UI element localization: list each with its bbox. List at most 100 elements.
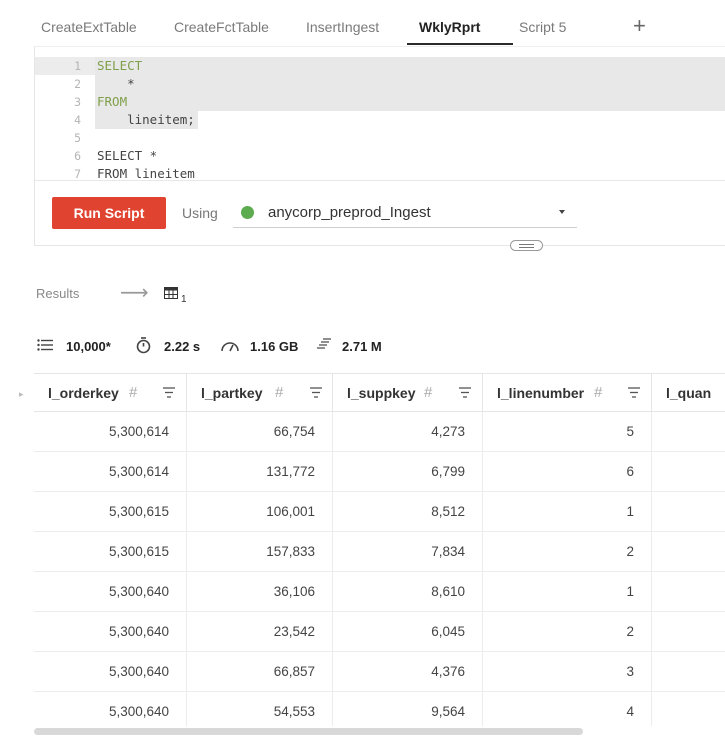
row-count: 10,000* bbox=[66, 339, 111, 354]
table-row[interactable]: 5,300,614 66,754 4,273 5 bbox=[34, 412, 725, 452]
using-label: Using bbox=[182, 205, 218, 221]
table-cell[interactable] bbox=[652, 572, 725, 612]
table-row[interactable]: 5,300,615 157,833 7,834 2 bbox=[34, 532, 725, 572]
table-cell[interactable]: 9,564 bbox=[333, 692, 483, 726]
arrow-right-icon: ⟶ bbox=[120, 282, 149, 304]
table-cell[interactable]: 1 bbox=[483, 492, 652, 532]
tab-createexttable[interactable]: CreateExtTable bbox=[41, 19, 137, 35]
numeric-type-icon: # bbox=[129, 384, 138, 401]
table-cell[interactable]: 66,857 bbox=[187, 652, 333, 692]
connection-name: anycorp_preprod_Ingest bbox=[268, 204, 431, 221]
results-table: l_orderkey # l_partkey # l_suppkey # l_l… bbox=[34, 373, 725, 726]
table-cell[interactable]: 36,106 bbox=[187, 572, 333, 612]
code-line: 2 * bbox=[35, 75, 725, 93]
table-cell[interactable]: 6,045 bbox=[333, 612, 483, 652]
duration: 2.22 s bbox=[164, 339, 201, 354]
caret-down-icon bbox=[559, 210, 565, 214]
table-cell[interactable]: 1 bbox=[483, 572, 652, 612]
table-icon[interactable] bbox=[164, 287, 178, 299]
script-tabs: CreateExtTable CreateFctTable InsertInge… bbox=[0, 0, 725, 46]
table-cell[interactable]: 5,300,615 bbox=[34, 532, 187, 572]
connection-status-icon bbox=[241, 206, 254, 219]
table-cell[interactable]: 6,799 bbox=[333, 452, 483, 492]
line-number: 4 bbox=[74, 113, 81, 127]
numeric-type-icon: # bbox=[424, 384, 433, 401]
expand-caret-icon[interactable]: ▸ bbox=[19, 389, 24, 400]
line-number: 1 bbox=[74, 59, 81, 73]
table-cell[interactable]: 7,834 bbox=[333, 532, 483, 572]
plus-icon[interactable]: + bbox=[633, 15, 646, 37]
table-cell[interactable]: 131,772 bbox=[187, 452, 333, 492]
table-cell[interactable]: 54,553 bbox=[187, 692, 333, 726]
run-script-button[interactable]: Run Script bbox=[52, 197, 166, 229]
code-editor[interactable]: 1 SELECT 2 * 3 FROM 4 lineitem; 5 6 SELE… bbox=[35, 57, 725, 180]
code-text: FROM bbox=[97, 94, 128, 109]
table-cell[interactable]: 2 bbox=[483, 532, 652, 572]
line-number: 5 bbox=[74, 131, 81, 145]
tab-createfcttable[interactable]: CreateFctTable bbox=[174, 19, 269, 35]
results-label[interactable]: Results bbox=[36, 286, 79, 301]
table-cell[interactable]: 5,300,614 bbox=[34, 412, 187, 452]
table-cell[interactable]: 4 bbox=[483, 692, 652, 726]
table-cell[interactable]: 23,542 bbox=[187, 612, 333, 652]
table-row[interactable]: 5,300,614 131,772 6,799 6 bbox=[34, 452, 725, 492]
rows-scanned: 2.71 M bbox=[342, 339, 382, 354]
numeric-type-icon: # bbox=[594, 384, 603, 401]
connection-select[interactable]: anycorp_preprod_Ingest bbox=[233, 197, 577, 228]
code-line: 1 SELECT bbox=[35, 57, 725, 75]
code-line: 5 bbox=[35, 129, 725, 147]
column-header[interactable]: l_linenumber # bbox=[483, 374, 652, 413]
code-line: 7 FROM lineitem bbox=[35, 165, 725, 180]
table-cell[interactable]: 5,300,640 bbox=[34, 612, 187, 652]
table-cell[interactable]: 4,376 bbox=[333, 652, 483, 692]
tab-insertingest[interactable]: InsertIngest bbox=[306, 19, 379, 35]
column-header[interactable]: l_orderkey # bbox=[34, 374, 187, 413]
column-header[interactable]: l_partkey # bbox=[187, 374, 333, 413]
code-text: SELECT * bbox=[97, 148, 158, 163]
table-row[interactable]: 5,300,615 106,001 8,512 1 bbox=[34, 492, 725, 532]
column-header[interactable]: l_quan bbox=[652, 374, 725, 413]
filter-icon[interactable] bbox=[163, 387, 175, 398]
resize-handle[interactable] bbox=[510, 240, 543, 251]
table-cell[interactable]: 5,300,615 bbox=[34, 492, 187, 532]
table-cell[interactable]: 5 bbox=[483, 412, 652, 452]
table-cell[interactable] bbox=[652, 532, 725, 572]
table-cell[interactable]: 8,512 bbox=[333, 492, 483, 532]
table-row[interactable]: 5,300,640 66,857 4,376 3 bbox=[34, 652, 725, 692]
scan-icon bbox=[317, 338, 331, 349]
filter-icon[interactable] bbox=[459, 387, 471, 398]
table-cell[interactable]: 5,300,640 bbox=[34, 692, 187, 726]
table-cell[interactable]: 2 bbox=[483, 612, 652, 652]
table-cell[interactable] bbox=[652, 652, 725, 692]
table-cell[interactable] bbox=[652, 452, 725, 492]
table-header: l_orderkey # l_partkey # l_suppkey # l_l… bbox=[34, 373, 725, 413]
table-cell[interactable] bbox=[652, 612, 725, 652]
table-cell[interactable]: 8,610 bbox=[333, 572, 483, 612]
table-cell[interactable]: 66,754 bbox=[187, 412, 333, 452]
result-count: 1 bbox=[181, 294, 187, 305]
active-tab-indicator bbox=[407, 43, 513, 45]
table-cell[interactable]: 5,300,614 bbox=[34, 452, 187, 492]
table-cell[interactable]: 157,833 bbox=[187, 532, 333, 572]
table-cell[interactable]: 5,300,640 bbox=[34, 572, 187, 612]
tab-script-5[interactable]: Script 5 bbox=[519, 19, 566, 35]
filter-icon[interactable] bbox=[628, 387, 640, 398]
table-cell[interactable]: 6 bbox=[483, 452, 652, 492]
table-cell[interactable] bbox=[652, 412, 725, 452]
table-row[interactable]: 5,300,640 36,106 8,610 1 bbox=[34, 572, 725, 612]
table-cell[interactable]: 106,001 bbox=[187, 492, 333, 532]
column-header[interactable]: l_suppkey # bbox=[333, 374, 483, 413]
table-cell[interactable] bbox=[652, 492, 725, 532]
line-number: 7 bbox=[74, 167, 81, 180]
tab-wklyrprt[interactable]: WklyRprt bbox=[419, 19, 480, 35]
horizontal-scrollbar[interactable] bbox=[34, 728, 583, 735]
editor-divider bbox=[35, 180, 725, 181]
table-cell[interactable] bbox=[652, 692, 725, 726]
table-cell[interactable]: 4,273 bbox=[333, 412, 483, 452]
table-cell[interactable]: 3 bbox=[483, 652, 652, 692]
filter-icon[interactable] bbox=[310, 387, 322, 398]
table-row[interactable]: 5,300,640 54,553 9,564 4 bbox=[34, 692, 725, 726]
code-line: 3 FROM bbox=[35, 93, 725, 111]
table-row[interactable]: 5,300,640 23,542 6,045 2 bbox=[34, 612, 725, 652]
table-cell[interactable]: 5,300,640 bbox=[34, 652, 187, 692]
